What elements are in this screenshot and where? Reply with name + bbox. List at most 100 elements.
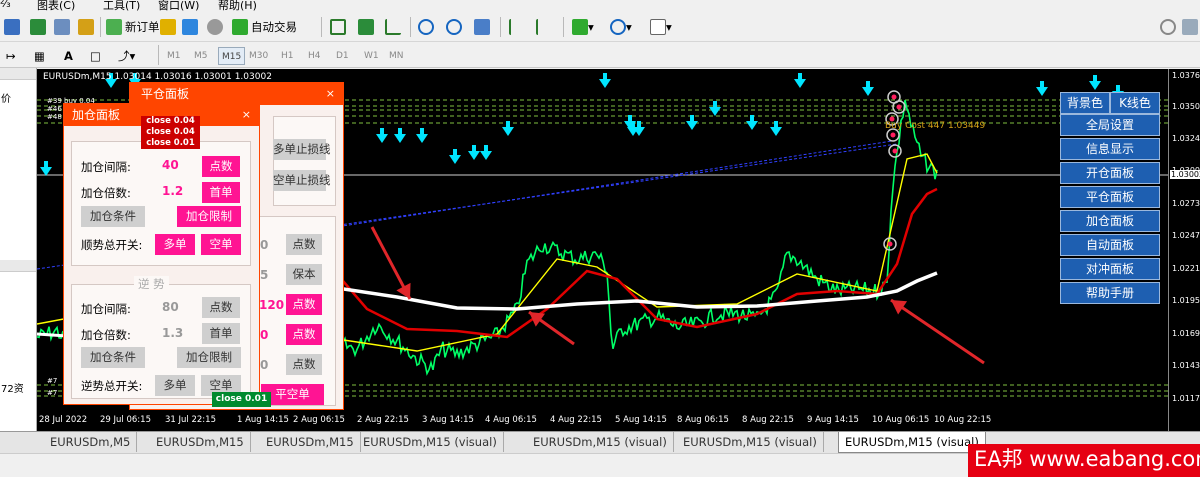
menu-open-panel[interactable]: 开仓面板	[1060, 162, 1160, 184]
close-row-5-value: 0	[260, 358, 269, 372]
new-order-button[interactable]: 新订单	[106, 16, 160, 38]
chart-icon[interactable]	[30, 16, 46, 38]
profile-icon[interactable]	[78, 16, 94, 38]
chart-tab[interactable]: EURUSDm,M15 (visual)	[527, 432, 674, 452]
counter-interval-value[interactable]: 80	[162, 300, 179, 314]
candle-chart-icon[interactable]	[358, 16, 374, 38]
time-tick-label: 4 Aug 06:15	[485, 415, 537, 425]
menu-auto-panel[interactable]: 自动面板	[1060, 234, 1160, 256]
menu-close-panel[interactable]: 平仓面板	[1060, 186, 1160, 208]
buy-signal-arrow-stem	[484, 145, 488, 152]
close-row-2-value: 5	[260, 268, 269, 282]
counter-multiple-button[interactable]: 首单	[202, 323, 240, 344]
counter-interval-button[interactable]: 点数	[202, 297, 240, 318]
timeframe-m30[interactable]: M30	[246, 47, 271, 65]
follow-interval-button[interactable]: 点数	[202, 156, 240, 177]
zoom-out-icon[interactable]	[446, 16, 462, 38]
timeframe-m1[interactable]: M1	[164, 47, 184, 65]
menu-item-charts[interactable]: 图表(C)	[37, 0, 75, 12]
editor-icon[interactable]	[182, 16, 198, 38]
buy-stoploss-button[interactable]: 多单止损线	[273, 139, 331, 160]
close-row-4-button[interactable]: 点数	[286, 324, 322, 345]
chart-tab[interactable]: EURUSDm,M5	[44, 432, 138, 452]
buy-signal-arrow-stem	[713, 101, 717, 108]
label-icon[interactable]: □	[90, 45, 101, 67]
follow-buy-button[interactable]: 多单	[155, 234, 195, 255]
drawing-toolbar: ↦ ▦ A □ ⤴▾ M1 M5 M15 M30 H1 H4 D1 W1 MN	[0, 42, 1200, 68]
menu-item-help[interactable]: 帮助(H)	[218, 0, 257, 12]
buy-signal-arrow	[709, 107, 721, 116]
close-panel-header[interactable]: 平仓面板 ×	[130, 83, 343, 105]
auto-trade-button[interactable]: 自动交易	[232, 16, 297, 38]
layout-icon[interactable]	[4, 16, 20, 38]
bar-chart-icon[interactable]	[330, 16, 346, 38]
close-badge-green[interactable]: close 0.01	[212, 392, 271, 407]
counter-multiple-value[interactable]: 1.3	[162, 326, 183, 340]
period-icon[interactable]: ▾	[610, 16, 632, 38]
menu-info-display[interactable]: 信息显示	[1060, 138, 1160, 160]
follow-sell-button[interactable]: 空单	[201, 234, 241, 255]
chart-tab[interactable]: EURUSDm,M15 (visual)	[677, 432, 824, 452]
sell-stoploss-button[interactable]: 空单止损线	[273, 170, 331, 191]
signal-icon[interactable]	[207, 16, 223, 38]
menu-global-settings[interactable]: 全局设置	[1060, 114, 1160, 136]
timeframe-h1[interactable]: H1	[278, 47, 297, 65]
zoom-in-icon[interactable]	[418, 16, 434, 38]
counter-buy-button[interactable]: 多单	[155, 375, 195, 396]
buy-signal-arrow-stem	[380, 128, 384, 135]
follow-multiple-value[interactable]: 1.2	[162, 184, 183, 198]
menu-help-manual[interactable]: 帮助手册	[1060, 282, 1160, 304]
text-icon[interactable]: A	[64, 45, 73, 67]
counter-condition-button[interactable]: 加仓条件	[81, 347, 145, 368]
indicators-icon[interactable]: ▾	[572, 16, 594, 38]
autoscroll-icon[interactable]	[536, 16, 552, 38]
close-row-3-button[interactable]: 点数	[286, 294, 322, 315]
follow-multiple-button[interactable]: 首单	[202, 182, 240, 203]
menu-item-view[interactable]: ⅔	[0, 0, 11, 10]
grid-icon[interactable]: ▦	[34, 45, 45, 67]
close-badge-3[interactable]: close 0.01	[141, 138, 200, 149]
close-panel-close-icon[interactable]: ×	[326, 83, 335, 105]
timeframe-mn[interactable]: MN	[386, 47, 407, 65]
window-icon[interactable]	[54, 16, 70, 38]
scroll-icon[interactable]	[509, 16, 525, 38]
chart-tab[interactable]: EURUSDm,M15 (visual)	[357, 432, 504, 452]
timeframe-d1[interactable]: D1	[333, 47, 352, 65]
close-row-2-button[interactable]: 保本	[286, 264, 322, 285]
background-color-button[interactable]: 背景色	[1060, 92, 1110, 114]
chart-tab[interactable]: EURUSDm,M15	[150, 432, 251, 452]
follow-limit-button[interactable]: 加仓限制	[177, 206, 241, 227]
menu-item-tools[interactable]: 工具(T)	[103, 0, 140, 12]
kline-color-button[interactable]: K线色	[1110, 92, 1160, 114]
timeframe-m5[interactable]: M5	[191, 47, 211, 65]
follow-switch-label: 顺势总开关:	[81, 238, 143, 252]
chart-tab[interactable]: EURUSDm,M15 (visual)	[838, 432, 986, 453]
buy-signal-arrow	[794, 79, 806, 88]
search-icon[interactable]	[1160, 16, 1176, 38]
buy-signal-arrow-stem	[866, 81, 870, 88]
close-badge-1[interactable]: close 0.04	[141, 116, 200, 127]
menu-item-window[interactable]: 窗口(W)	[158, 0, 199, 12]
chart-tab[interactable]: EURUSDm,M15	[260, 432, 361, 452]
time-tick-label: 2 Aug 06:15	[293, 415, 345, 425]
timeframe-m15[interactable]: M15	[218, 47, 246, 65]
close-row-1-button[interactable]: 点数	[286, 234, 322, 255]
navigator-label-2: 72资	[1, 384, 24, 395]
timeframe-h4[interactable]: H4	[305, 47, 324, 65]
arrows-icon[interactable]: ⤴▾	[118, 45, 135, 67]
crosshair-icon[interactable]: ↦	[6, 45, 16, 67]
follow-interval-value[interactable]: 40	[162, 158, 179, 172]
line-chart-icon[interactable]	[385, 16, 401, 38]
follow-condition-button[interactable]: 加仓条件	[81, 206, 145, 227]
add-panel-close-icon[interactable]: ×	[242, 104, 251, 126]
counter-limit-button[interactable]: 加仓限制	[177, 347, 241, 368]
menu-add-panel[interactable]: 加仓面板	[1060, 210, 1160, 232]
close-badge-2[interactable]: close 0.04	[141, 127, 200, 138]
menu-hedge-panel[interactable]: 对冲面板	[1060, 258, 1160, 280]
tile-icon[interactable]	[474, 16, 490, 38]
gold-icon[interactable]	[160, 16, 176, 38]
templates-icon[interactable]: ▾	[650, 16, 672, 38]
community-icon[interactable]	[1182, 16, 1198, 38]
close-row-5-button[interactable]: 点数	[286, 354, 322, 375]
timeframe-w1[interactable]: W1	[361, 47, 382, 65]
